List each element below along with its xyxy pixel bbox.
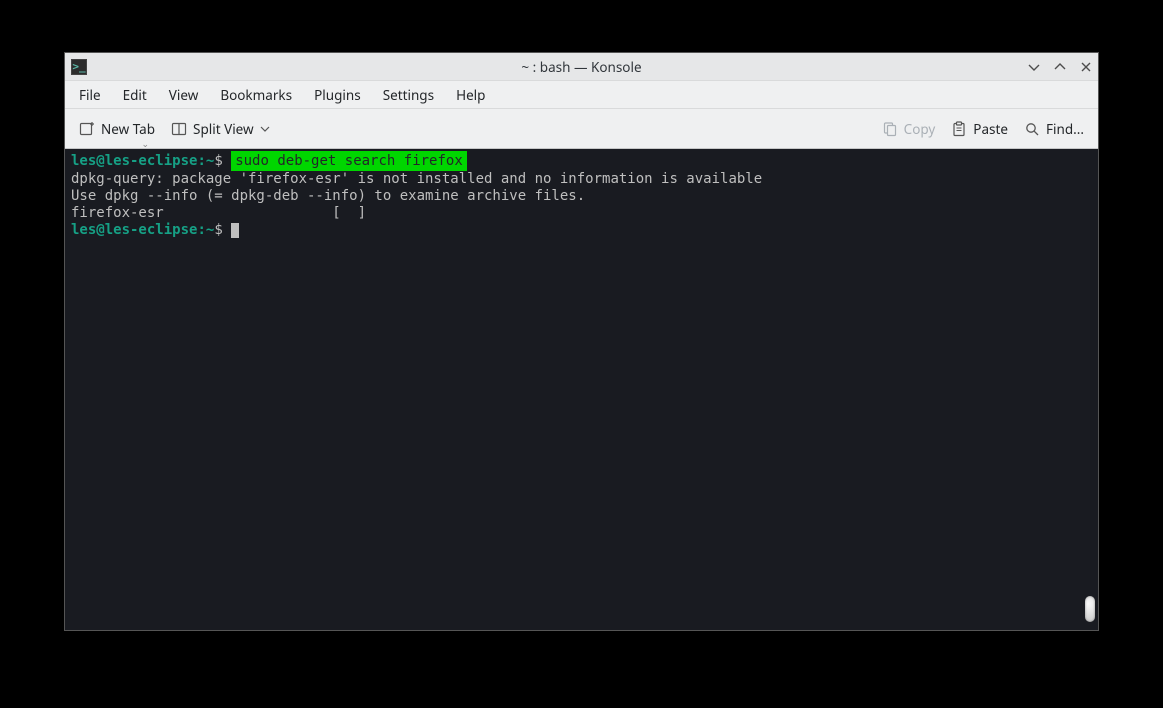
terminal-output-3: firefox-esr [ ]: [71, 205, 1092, 222]
terminal-area[interactable]: les@les-eclipse:~$ sudo deb-get search f…: [65, 149, 1098, 630]
split-view-icon: [171, 121, 187, 137]
paste-button[interactable]: Paste: [943, 116, 1016, 142]
new-tab-label: New Tab: [101, 120, 155, 138]
menu-help[interactable]: Help: [446, 82, 495, 108]
titlebar: >_ ~ : bash — Konsole: [65, 53, 1098, 81]
split-view-button[interactable]: Split View: [163, 116, 278, 142]
menu-settings[interactable]: Settings: [373, 82, 444, 108]
prompt-end: $: [214, 153, 222, 169]
menu-edit[interactable]: Edit: [113, 82, 157, 108]
menu-file[interactable]: File: [69, 82, 111, 108]
menubar: File Edit View Bookmarks Plugins Setting…: [65, 81, 1098, 109]
minimize-button[interactable]: [1026, 59, 1042, 75]
terminal-line-prompt: les@les-eclipse:~$: [71, 222, 1092, 239]
chevron-down-icon: ⌄: [141, 139, 149, 148]
maximize-button[interactable]: [1052, 59, 1068, 75]
prompt-sep: :: [197, 153, 205, 169]
chevron-down-icon: [260, 121, 270, 137]
scrollbar-thumb[interactable]: [1085, 596, 1095, 622]
terminal-output-1: dpkg-query: package 'firefox-esr' is not…: [71, 171, 1092, 188]
terminal-output-2: Use dpkg --info (= dpkg-deb --info) to e…: [71, 188, 1092, 205]
paste-icon: [951, 121, 967, 137]
toolbar: New Tab ⌄ Split View Copy Paste: [65, 109, 1098, 149]
highlighted-command: sudo deb-get search firefox: [231, 151, 467, 171]
prompt-user: les@les-eclipse: [71, 153, 197, 169]
new-tab-icon: [79, 121, 95, 137]
paste-label: Paste: [973, 120, 1008, 138]
prompt-sep: :: [197, 222, 205, 238]
app-icon: >_: [71, 59, 87, 75]
new-tab-button[interactable]: New Tab ⌄: [71, 116, 163, 142]
menu-view[interactable]: View: [159, 82, 209, 108]
close-button[interactable]: [1078, 59, 1094, 75]
copy-button: Copy: [874, 116, 944, 142]
terminal-line-1: les@les-eclipse:~$ sudo deb-get search f…: [71, 151, 1092, 171]
search-icon: [1024, 121, 1040, 137]
window-controls: [1026, 53, 1094, 80]
menu-bookmarks[interactable]: Bookmarks: [210, 82, 302, 108]
menu-plugins[interactable]: Plugins: [304, 82, 371, 108]
find-label: Find...: [1046, 120, 1084, 138]
copy-label: Copy: [904, 120, 936, 138]
copy-icon: [882, 121, 898, 137]
prompt-end: $: [214, 222, 222, 238]
konsole-window: >_ ~ : bash — Konsole File Edit View Boo…: [65, 53, 1098, 630]
window-title: ~ : bash — Konsole: [65, 58, 1098, 76]
split-view-label: Split View: [193, 120, 254, 138]
find-button[interactable]: Find...: [1016, 116, 1092, 142]
prompt-user: les@les-eclipse: [71, 222, 197, 238]
terminal-cursor: [231, 223, 239, 238]
